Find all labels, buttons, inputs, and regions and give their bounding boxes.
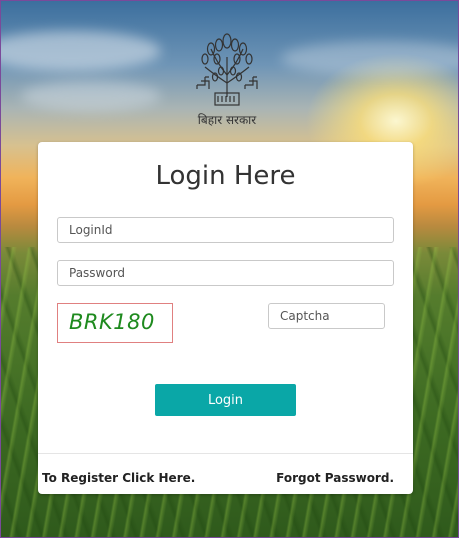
card-divider	[38, 453, 413, 454]
login-card: Login Here BRK180 Login To Register Clic…	[38, 142, 413, 494]
password-input[interactable]	[57, 260, 394, 286]
page-frame: बिहार सरकार Login Here BRK180 Login To R…	[0, 0, 459, 538]
bihar-government-logo: बिहार सरकार	[191, 27, 263, 131]
loginid-input[interactable]	[57, 217, 394, 243]
captcha-input[interactable]	[268, 303, 385, 329]
register-link[interactable]: To Register Click Here.	[42, 471, 195, 485]
logo-caption: बिहार सरकार	[197, 113, 257, 127]
tree-emblem-icon	[196, 33, 258, 106]
captcha-code: BRK180	[69, 310, 155, 334]
captcha-image: BRK180	[57, 303, 173, 343]
forgot-password-link[interactable]: Forgot Password.	[276, 471, 394, 485]
login-button[interactable]: Login	[155, 384, 296, 416]
login-title: Login Here	[155, 161, 296, 191]
